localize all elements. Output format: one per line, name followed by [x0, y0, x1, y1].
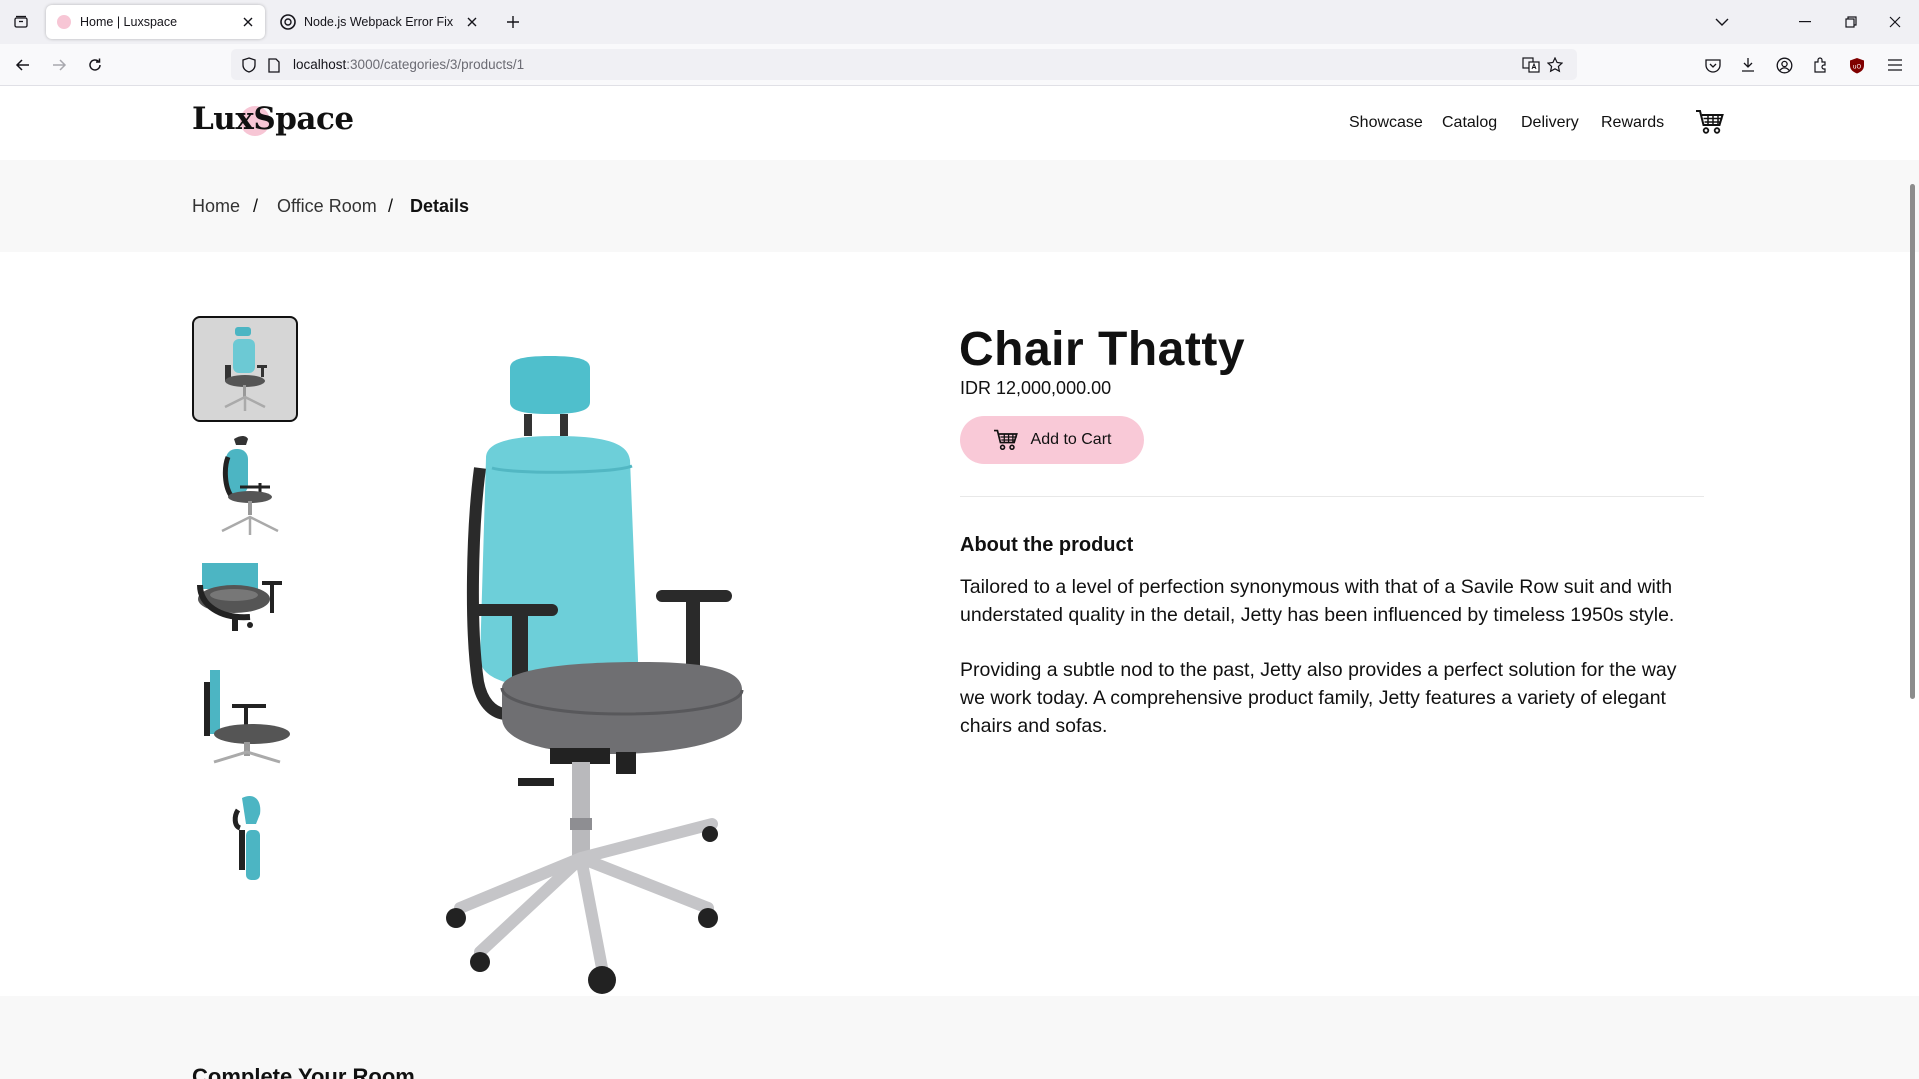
forward-arrow-icon[interactable]: [44, 50, 74, 80]
extensions-puzzle-icon[interactable]: [1810, 54, 1832, 76]
menu-catalog[interactable]: Catalog: [1442, 114, 1497, 132]
divider: [960, 496, 1704, 497]
product-title: Chair Thatty: [959, 323, 1246, 376]
product-thumbnail-3[interactable]: [192, 548, 296, 652]
reload-icon[interactable]: [80, 50, 110, 80]
product-description-paragraph: Tailored to a level of perfection synony…: [960, 576, 1675, 626]
page-icon[interactable]: [264, 55, 284, 75]
menu-rewards[interactable]: Rewards: [1601, 114, 1664, 132]
add-to-cart-button[interactable]: Add to Cart: [960, 416, 1144, 464]
ublock-shield-icon[interactable]: uO: [1846, 54, 1868, 76]
tab-title: Node.js Webpack Error Fix: [304, 15, 454, 29]
translate-icon[interactable]: [1521, 55, 1541, 75]
product-main-image: [440, 348, 780, 998]
minimize-icon[interactable]: [1783, 6, 1827, 38]
breadcrumb-office-room[interactable]: Office Room: [277, 196, 377, 217]
cart-icon: [993, 429, 1018, 451]
site-logo[interactable]: LuxSpace: [192, 101, 354, 137]
tab-list-icon[interactable]: [8, 9, 34, 35]
url-text[interactable]: localhost:3000/categories/3/products/1: [293, 57, 524, 72]
add-to-cart-label: Add to Cart: [1030, 431, 1112, 448]
bookmark-star-icon[interactable]: [1545, 55, 1565, 75]
hamburger-menu-icon[interactable]: [1884, 54, 1906, 76]
tab-home-luxspace[interactable]: Home | Luxspace: [46, 5, 265, 39]
pink-circle-favicon-icon: [56, 14, 72, 30]
product-price: IDR 12,000,000.00: [960, 378, 1112, 398]
pocket-icon[interactable]: [1702, 54, 1724, 76]
account-icon[interactable]: [1773, 54, 1795, 76]
chevron-down-icon[interactable]: [1700, 6, 1744, 38]
close-window-icon[interactable]: [1873, 6, 1917, 38]
site-header: LuxSpace Showcase Catalog Delivery Rewar…: [0, 86, 1919, 160]
chatgpt-favicon-icon: [280, 14, 296, 30]
section-title: Complete Your Room: [192, 1064, 415, 1079]
browser-tab-bar: Home | Luxspace Node.js Webpack Error Fi…: [0, 0, 1919, 44]
tab-title: Home | Luxspace: [80, 15, 178, 29]
address-bar[interactable]: localhost:3000/categories/3/products/1: [231, 49, 1577, 80]
logo-space: Space: [253, 101, 354, 137]
close-tab-icon[interactable]: [237, 11, 259, 33]
product-description-paragraph: Providing a subtle nod to the past, Jett…: [960, 659, 1677, 737]
new-tab-icon[interactable]: [500, 9, 526, 35]
url-host: localhost: [293, 57, 347, 72]
about-heading: About the product: [960, 534, 1134, 556]
page-scrollbar[interactable]: [1910, 184, 1915, 699]
breadcrumb-separator: /: [388, 196, 394, 216]
breadcrumb-home[interactable]: Home: [192, 196, 240, 217]
url-path: :3000/categories/3/products/1: [346, 57, 525, 72]
browser-nav-bar: localhost:3000/categories/3/products/1 u…: [0, 44, 1919, 86]
breadcrumb-details: Details: [410, 196, 470, 216]
page-viewport: LuxSpace Showcase Catalog Delivery Rewar…: [0, 86, 1919, 1079]
breadcrumb-separator: /: [253, 196, 259, 216]
svg-text:uO: uO: [1853, 63, 1862, 70]
close-tab-icon[interactable]: [461, 11, 483, 33]
product-thumbnail-1[interactable]: [192, 316, 298, 422]
product-thumbnail-5[interactable]: [192, 780, 296, 884]
shield-icon[interactable]: [239, 55, 259, 75]
product-thumbnail-2[interactable]: [192, 432, 296, 536]
menu-showcase[interactable]: Showcase: [1349, 114, 1423, 132]
product-thumbnail-4[interactable]: [192, 664, 296, 768]
cart-icon[interactable]: [1695, 108, 1725, 136]
restore-icon[interactable]: [1829, 6, 1873, 38]
menu-delivery[interactable]: Delivery: [1521, 114, 1579, 132]
back-arrow-icon[interactable]: [8, 50, 38, 80]
tab-nodejs-webpack[interactable]: Node.js Webpack Error Fix: [270, 5, 489, 39]
logo-lux: Lux: [192, 101, 254, 137]
download-icon[interactable]: [1737, 54, 1759, 76]
